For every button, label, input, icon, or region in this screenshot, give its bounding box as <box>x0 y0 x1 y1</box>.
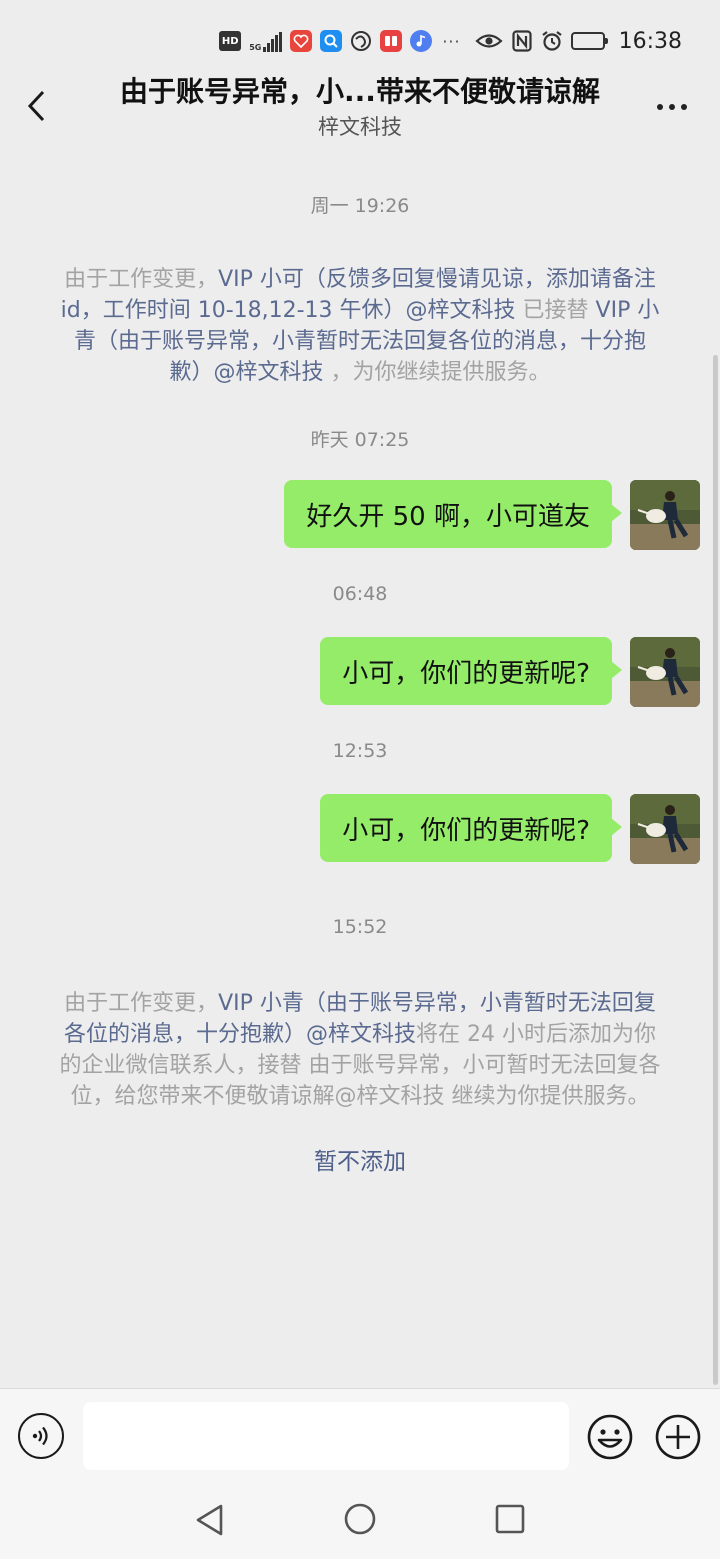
notice-text: ，为你继续提供服务。 <box>323 360 551 385</box>
decline-add-link[interactable]: 暂不添加 <box>0 1142 720 1176</box>
timestamp: 12:53 <box>332 740 388 762</box>
chat-subtitle: 梓文科技 <box>318 115 402 139</box>
notice-text: 由于工作变更， <box>64 267 219 292</box>
status-icons: HD 5G ··· 16:38 <box>219 26 682 56</box>
system-notice: 由于工作变更，VIP 小青（由于账号异常，小青暂时无法回复各位的消息，十分抱歉）… <box>58 988 662 1112</box>
system-navigation-bar <box>0 1482 720 1559</box>
eye-icon <box>474 30 503 52</box>
signal-label: 5G <box>249 43 262 52</box>
more-notifications-icon: ··· <box>442 31 461 51</box>
triangle-back-icon <box>196 1504 223 1536</box>
nav-back-button[interactable] <box>193 1502 227 1538</box>
emoji-icon <box>587 1414 633 1460</box>
emoji-button[interactable] <box>586 1413 634 1461</box>
voice-icon <box>32 1426 48 1446</box>
nav-home-button[interactable] <box>343 1502 377 1536</box>
chat-title: 由于账号异常，小...带来不便敬请谅解 <box>120 75 600 108</box>
nfc-icon <box>511 30 533 52</box>
back-button[interactable] <box>18 86 54 126</box>
more-dot-icon <box>657 104 663 110</box>
message-bubble[interactable]: 好久开 50 啊，小可道友 <box>284 480 622 548</box>
chat-header: 由于账号异常，小...带来不便敬请谅解 梓文科技 <box>0 64 720 150</box>
nav-recent-button[interactable] <box>494 1503 526 1535</box>
hd-badge: HD <box>219 31 242 51</box>
timestamp: 昨天 07:25 <box>310 429 410 451</box>
square-recent-icon <box>495 1504 525 1534</box>
music-app-icon <box>410 30 433 52</box>
message-row: 小可，你们的更新呢? <box>320 637 700 707</box>
timestamp: 15:52 <box>332 916 388 938</box>
title-block: 由于账号异常，小...带来不便敬请谅解 梓文科技 <box>80 72 640 142</box>
guitar-player-avatar-icon <box>630 794 700 864</box>
browser-app-icon <box>350 30 372 52</box>
scrollbar[interactable] <box>713 355 718 1385</box>
search-app-icon <box>320 30 343 52</box>
signal-icon: 5G <box>249 30 283 52</box>
more-functions-button[interactable] <box>654 1413 702 1461</box>
message-row: 小可，你们的更新呢? <box>320 794 700 864</box>
notice-text: 由于工作变更， <box>64 991 219 1016</box>
more-dot-icon <box>669 104 675 110</box>
timestamp: 周一 19:26 <box>310 195 410 217</box>
notice-text: 已接替 <box>515 298 596 323</box>
plus-icon <box>655 1414 701 1460</box>
system-notice: 由于工作变更，VIP 小可（反馈多回复慢请见谅，添加请备注 id，工作时间 10… <box>58 264 662 388</box>
book-app-icon <box>380 30 403 52</box>
circle-home-icon <box>344 1503 376 1535</box>
alarm-icon <box>541 30 563 52</box>
battery-icon <box>570 32 608 50</box>
message-row: 好久开 50 啊，小可道友 <box>284 480 700 550</box>
avatar[interactable] <box>630 637 700 707</box>
voice-button[interactable] <box>18 1413 64 1459</box>
timestamp: 06:48 <box>332 583 388 605</box>
guitar-player-avatar-icon <box>630 480 700 550</box>
message-input[interactable] <box>83 1402 569 1470</box>
more-options-button[interactable] <box>652 92 692 122</box>
input-bar <box>0 1388 720 1482</box>
chat-area[interactable]: 周一 19:26 由于工作变更，VIP 小可（反馈多回复慢请见谅，添加请备注 i… <box>0 150 720 1388</box>
clock: 16:38 <box>618 28 682 54</box>
more-dot-icon <box>681 104 687 110</box>
message-bubble[interactable]: 小可，你们的更新呢? <box>320 637 622 705</box>
guitar-player-avatar-icon <box>630 637 700 707</box>
shopping-app-icon <box>290 30 313 52</box>
chevron-left-icon <box>27 90 45 122</box>
avatar[interactable] <box>630 480 700 550</box>
message-bubble[interactable]: 小可，你们的更新呢? <box>320 794 622 862</box>
avatar[interactable] <box>630 794 700 864</box>
